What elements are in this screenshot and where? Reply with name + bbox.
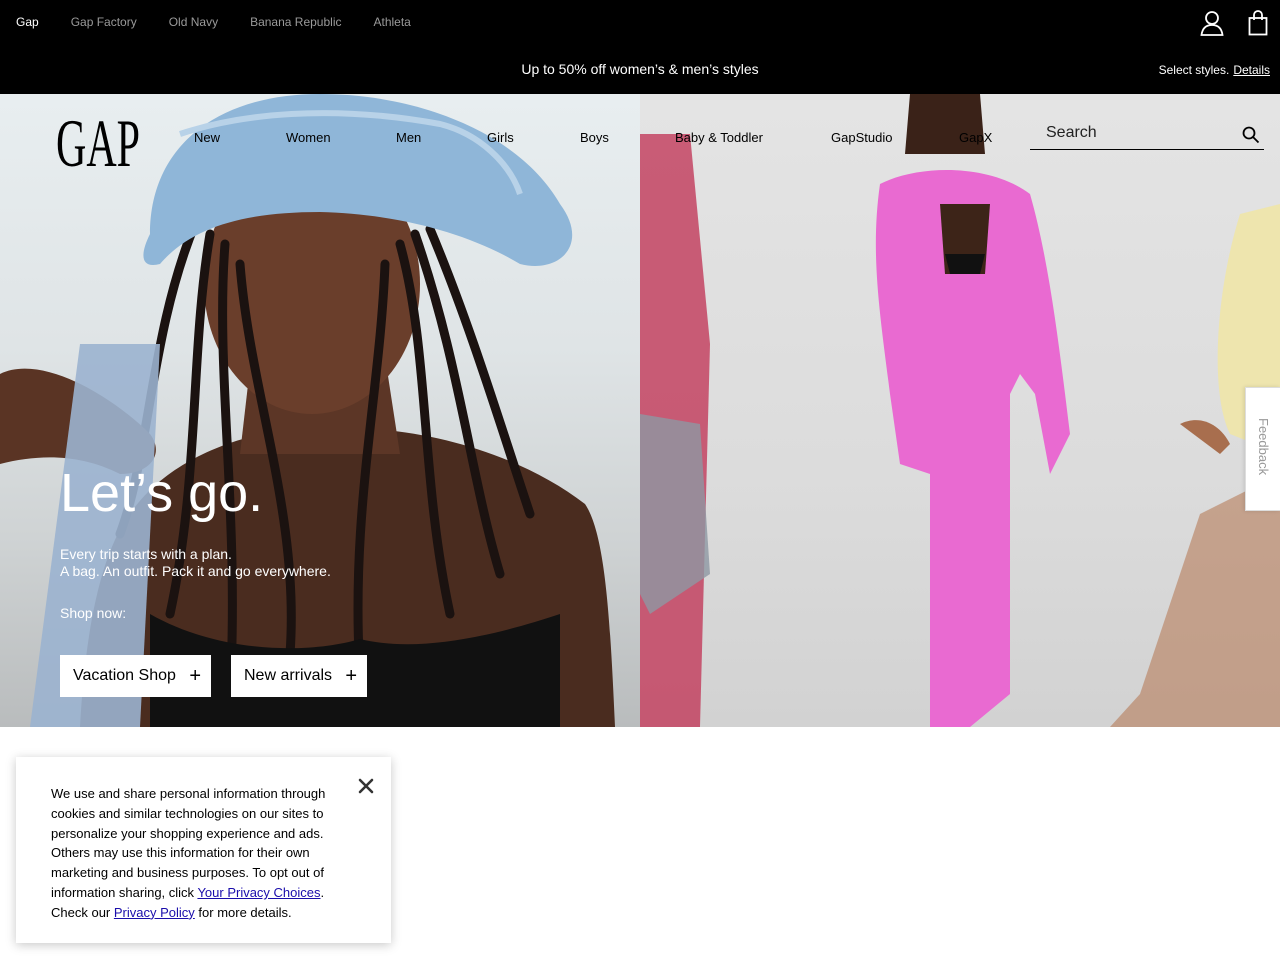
- promo-details: Select styles. Details: [1159, 62, 1270, 78]
- privacy-policy-link[interactable]: Privacy Policy: [114, 905, 195, 920]
- cookie-banner: We use and share personal information th…: [16, 757, 391, 943]
- nav-boys[interactable]: Boys: [580, 130, 609, 146]
- brand-link-gap[interactable]: Gap: [16, 14, 39, 30]
- brand-link-old-navy[interactable]: Old Navy: [169, 14, 218, 30]
- promo-select-styles: Select styles.: [1158, 63, 1230, 77]
- new-arrivals-label: New arrivals: [244, 667, 333, 684]
- brand-nav: Gap Gap Factory Old Navy Banana Republic…: [16, 14, 443, 30]
- hero-subtext-line2: A bag. An outfit. Pack it and go everywh…: [60, 563, 331, 579]
- hero-image-right: [640, 94, 1280, 727]
- new-arrivals-button[interactable]: New arrivals +: [231, 655, 367, 697]
- cookie-text-start: We use and share personal information th…: [51, 786, 326, 900]
- close-icon[interactable]: [357, 777, 375, 795]
- vacation-shop-label: Vacation Shop: [73, 667, 176, 684]
- nav-men[interactable]: Men: [396, 130, 421, 146]
- cookie-text-end: for more details.: [194, 904, 292, 920]
- nav-gapx[interactable]: GapX: [959, 130, 992, 146]
- hero-banner[interactable]: [0, 94, 1280, 727]
- brand-link-athleta[interactable]: Athleta: [373, 14, 410, 30]
- hero-subtext: Every trip starts with a plan. A bag. An…: [60, 546, 331, 580]
- feedback-tab[interactable]: Feedback: [1245, 387, 1280, 511]
- hero-subtext-line1: Every trip starts with a plan.: [60, 546, 232, 562]
- search-box: [1030, 118, 1264, 150]
- shopping-bag-icon[interactable]: [1248, 10, 1268, 36]
- vacation-shop-button[interactable]: Vacation Shop +: [60, 655, 211, 697]
- plus-icon: +: [189, 665, 201, 687]
- privacy-choices-link[interactable]: Your Privacy Choices: [197, 885, 320, 900]
- plus-icon: +: [345, 665, 357, 687]
- top-bar: Gap Gap Factory Old Navy Banana Republic…: [0, 0, 1280, 94]
- feedback-label: Feedback: [1256, 418, 1271, 476]
- brand-link-gap-factory[interactable]: Gap Factory: [71, 14, 137, 30]
- nav-girls[interactable]: Girls: [487, 130, 514, 146]
- promo-details-link[interactable]: Details: [1233, 63, 1270, 77]
- nav-baby-toddler[interactable]: Baby & Toddler: [675, 130, 763, 146]
- gap-logo[interactable]: GAP: [56, 105, 140, 181]
- nav-women[interactable]: Women: [286, 130, 331, 146]
- cookie-text: We use and share personal information th…: [51, 784, 351, 923]
- nav-gapstudio[interactable]: GapStudio: [831, 130, 892, 146]
- top-icons: [1200, 10, 1268, 36]
- hero-image-left: [0, 94, 640, 727]
- search-input[interactable]: [1046, 122, 1236, 144]
- logo-text: GAP: [56, 108, 140, 170]
- nav-new[interactable]: New: [194, 130, 220, 146]
- brand-link-banana-republic[interactable]: Banana Republic: [250, 14, 341, 30]
- user-icon[interactable]: [1200, 10, 1224, 36]
- shop-now-label: Shop now:: [60, 605, 127, 621]
- hero-headline: Let’s go.: [60, 463, 264, 523]
- search-icon[interactable]: [1242, 126, 1260, 149]
- promo-banner-text[interactable]: Up to 50% off women’s & men’s styles: [0, 60, 1280, 78]
